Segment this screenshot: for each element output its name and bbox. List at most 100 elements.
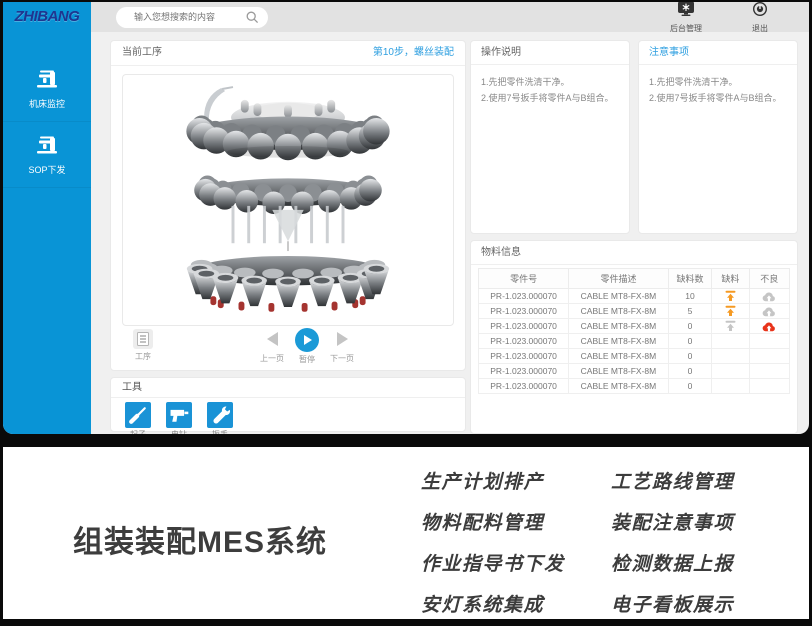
cell-shortage-count: 0 bbox=[668, 334, 712, 349]
col-shortage: 缺料 bbox=[712, 269, 749, 289]
material-row: PR-1.023.000070 CABLE MT8-FX-8M 0 bbox=[479, 319, 790, 334]
shortage-upload-icon[interactable] bbox=[724, 305, 737, 317]
defect-cloud-icon[interactable] bbox=[762, 321, 776, 332]
marketing-band: 组装装配MES系统 生产计划排产物料配料管理作业指导书下发安灯系统集成 工艺路线… bbox=[3, 447, 809, 619]
search-input[interactable] bbox=[116, 12, 234, 22]
material-table: 零件号 零件描述 缺料数 缺料 不良 PR-1.023.000070 CABLE… bbox=[478, 268, 790, 394]
notice-title: 注意事项 bbox=[639, 41, 797, 65]
next-label: 下一页 bbox=[323, 353, 361, 364]
cnc-machine-icon bbox=[35, 135, 59, 155]
col-desc: 零件描述 bbox=[569, 269, 669, 289]
cell-defect-icon bbox=[749, 379, 789, 394]
cell-part-no: PR-1.023.000070 bbox=[479, 364, 569, 379]
operation-panel: 操作说明 1.先把零件洗清干净。2.使用7号扳手将零件A与B组合。 bbox=[470, 40, 630, 234]
cell-shortage-count: 10 bbox=[668, 289, 712, 304]
cell-shortage-count: 0 bbox=[668, 349, 712, 364]
cell-defect-icon bbox=[749, 349, 789, 364]
search-icon[interactable] bbox=[246, 11, 259, 29]
next-page-button[interactable]: 下一页 bbox=[323, 326, 361, 364]
tools-card: 工具 起子 bbox=[110, 377, 466, 432]
cell-shortage-icon bbox=[712, 334, 749, 349]
prev-page-button[interactable]: 上一页 bbox=[253, 326, 291, 364]
cnc-machine-icon bbox=[35, 69, 59, 89]
cell-part-no: PR-1.023.000070 bbox=[479, 379, 569, 394]
search-bar[interactable] bbox=[116, 7, 268, 28]
cell-defect-icon bbox=[749, 289, 789, 304]
admin-button[interactable]: 后台管理 bbox=[663, 2, 709, 34]
topbar: 后台管理 退出 bbox=[91, 2, 809, 32]
cell-part-no: PR-1.023.000070 bbox=[479, 334, 569, 349]
cell-defect-icon bbox=[749, 319, 789, 334]
col-defect: 不良 bbox=[749, 269, 789, 289]
app-window: ZHIBANG 机床监控 SOP下发 bbox=[3, 2, 809, 434]
material-row: PR-1.023.000070 CABLE MT8-FX-8M 0 bbox=[479, 349, 790, 364]
col-shortage-count: 缺料数 bbox=[668, 269, 712, 289]
pause-label: 暂停 bbox=[288, 354, 326, 365]
logout-button[interactable]: 退出 bbox=[737, 2, 783, 34]
cell-shortage-icon bbox=[712, 319, 749, 334]
operation-lines: 1.先把零件洗清干净。2.使用7号扳手将零件A与B组合。 bbox=[471, 65, 629, 115]
process-list-button[interactable]: 工序 bbox=[124, 326, 162, 362]
brand-logo: ZHIBANG bbox=[3, 2, 91, 32]
prev-label: 上一页 bbox=[253, 353, 291, 364]
tool-screwdriver[interactable]: 起子 bbox=[121, 402, 155, 434]
admin-monitor-icon bbox=[677, 4, 695, 21]
feature-item: 生产计划排产 bbox=[421, 460, 565, 501]
logout-button-label: 退出 bbox=[737, 23, 783, 34]
sidebar-item[interactable]: SOP下发 bbox=[3, 122, 91, 188]
material-row: PR-1.023.000070 CABLE MT8-FX-8M 0 bbox=[479, 334, 790, 349]
feature-item: 装配注意事项 bbox=[611, 501, 734, 542]
cell-desc: CABLE MT8-FX-8M bbox=[569, 379, 669, 394]
notice-line: 1.先把零件洗清干净。 bbox=[649, 74, 787, 90]
notice-panel: 注意事项 1.先把零件洗清干净。2.使用7号扳手将零件A与B组合。 bbox=[638, 40, 798, 234]
sidebar: ZHIBANG 机床监控 SOP下发 bbox=[3, 2, 91, 434]
sidebar-item-label: 机床监控 bbox=[3, 97, 91, 110]
material-row: PR-1.023.000070 CABLE MT8-FX-8M 0 bbox=[479, 379, 790, 394]
cell-shortage-count: 0 bbox=[668, 319, 712, 334]
drill-icon bbox=[166, 402, 192, 428]
tool-drill[interactable]: 电钻 bbox=[162, 402, 196, 434]
tool-screwdriver-label: 起子 bbox=[121, 429, 155, 434]
cell-shortage-count: 0 bbox=[668, 364, 712, 379]
screwdriver-icon bbox=[125, 402, 151, 428]
cell-desc: CABLE MT8-FX-8M bbox=[569, 364, 669, 379]
cell-shortage-icon bbox=[712, 349, 749, 364]
shortage-upload-icon[interactable] bbox=[724, 320, 737, 332]
cell-shortage-count: 0 bbox=[668, 379, 712, 394]
power-icon bbox=[752, 4, 768, 21]
topbar-actions: 后台管理 退出 bbox=[663, 2, 783, 34]
sidebar-item[interactable]: 机床监控 bbox=[3, 56, 91, 122]
process-image bbox=[122, 74, 454, 326]
cell-desc: CABLE MT8-FX-8M bbox=[569, 304, 669, 319]
exploded-assembly-illustration bbox=[123, 76, 453, 324]
cell-defect-icon bbox=[749, 364, 789, 379]
cell-desc: CABLE MT8-FX-8M bbox=[569, 349, 669, 364]
cell-part-no: PR-1.023.000070 bbox=[479, 319, 569, 334]
cell-shortage-icon bbox=[712, 304, 749, 319]
defect-cloud-icon[interactable] bbox=[762, 291, 776, 302]
tool-wrench[interactable]: 扳手 bbox=[203, 402, 237, 434]
pause-button[interactable]: 暂停 bbox=[288, 326, 326, 365]
feature-item: 作业指导书下发 bbox=[421, 542, 565, 583]
tools-row: 起子 电钻 bbox=[111, 398, 465, 434]
play-icon bbox=[295, 328, 319, 352]
page-frame: ZHIBANG 机床监控 SOP下发 bbox=[0, 0, 812, 626]
cell-defect-icon bbox=[749, 334, 789, 349]
cell-part-no: PR-1.023.000070 bbox=[479, 289, 569, 304]
process-list-label: 工序 bbox=[124, 351, 162, 362]
process-list-icon bbox=[133, 329, 153, 349]
defect-cloud-icon[interactable] bbox=[762, 306, 776, 317]
notice-lines: 1.先把零件洗清干净。2.使用7号扳手将零件A与B组合。 bbox=[639, 65, 797, 115]
cell-part-no: PR-1.023.000070 bbox=[479, 349, 569, 364]
feature-item: 检测数据上报 bbox=[611, 542, 734, 583]
cell-desc: CABLE MT8-FX-8M bbox=[569, 334, 669, 349]
sidebar-item-label: SOP下发 bbox=[3, 163, 91, 176]
shortage-upload-icon[interactable] bbox=[724, 290, 737, 302]
tools-title: 工具 bbox=[111, 378, 465, 398]
current-process-card: 当前工序 第10步，螺丝装配 bbox=[110, 40, 466, 371]
tool-drill-label: 电钻 bbox=[162, 429, 196, 434]
material-row: PR-1.023.000070 CABLE MT8-FX-8M 5 bbox=[479, 304, 790, 319]
prev-icon bbox=[267, 332, 278, 346]
cell-shortage-count: 5 bbox=[668, 304, 712, 319]
step-info: 第10步，螺丝装配 bbox=[373, 41, 454, 65]
